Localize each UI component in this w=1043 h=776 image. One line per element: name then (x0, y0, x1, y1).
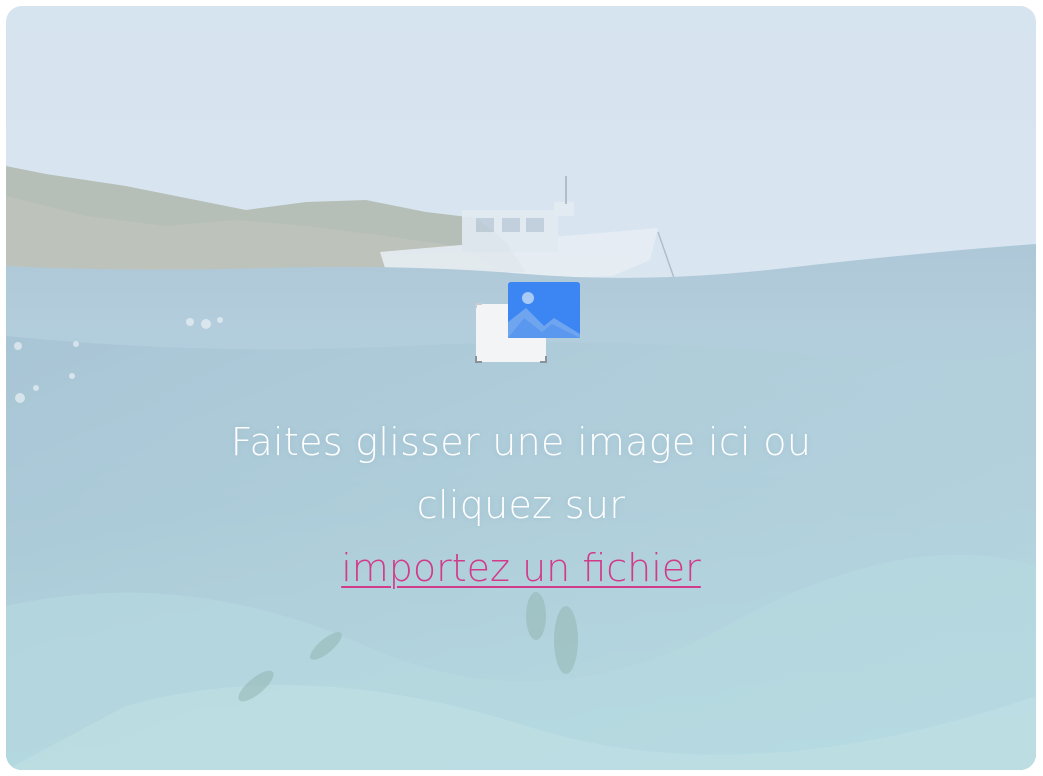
import-file-link[interactable]: importez un fichier (341, 546, 701, 590)
upload-prompt-line-1: Faites glisser une image ici ou (230, 420, 812, 464)
upload-prompt-line-2: cliquez sur (416, 483, 626, 527)
upload-prompt-area: Faites glisser une image ici ou cliquez … (6, 6, 1036, 770)
image-dropzone[interactable]: Faites glisser une image ici ou cliquez … (6, 6, 1036, 770)
upload-link-container: importez un fichier (6, 546, 1036, 590)
image-upload-icon (475, 282, 580, 363)
